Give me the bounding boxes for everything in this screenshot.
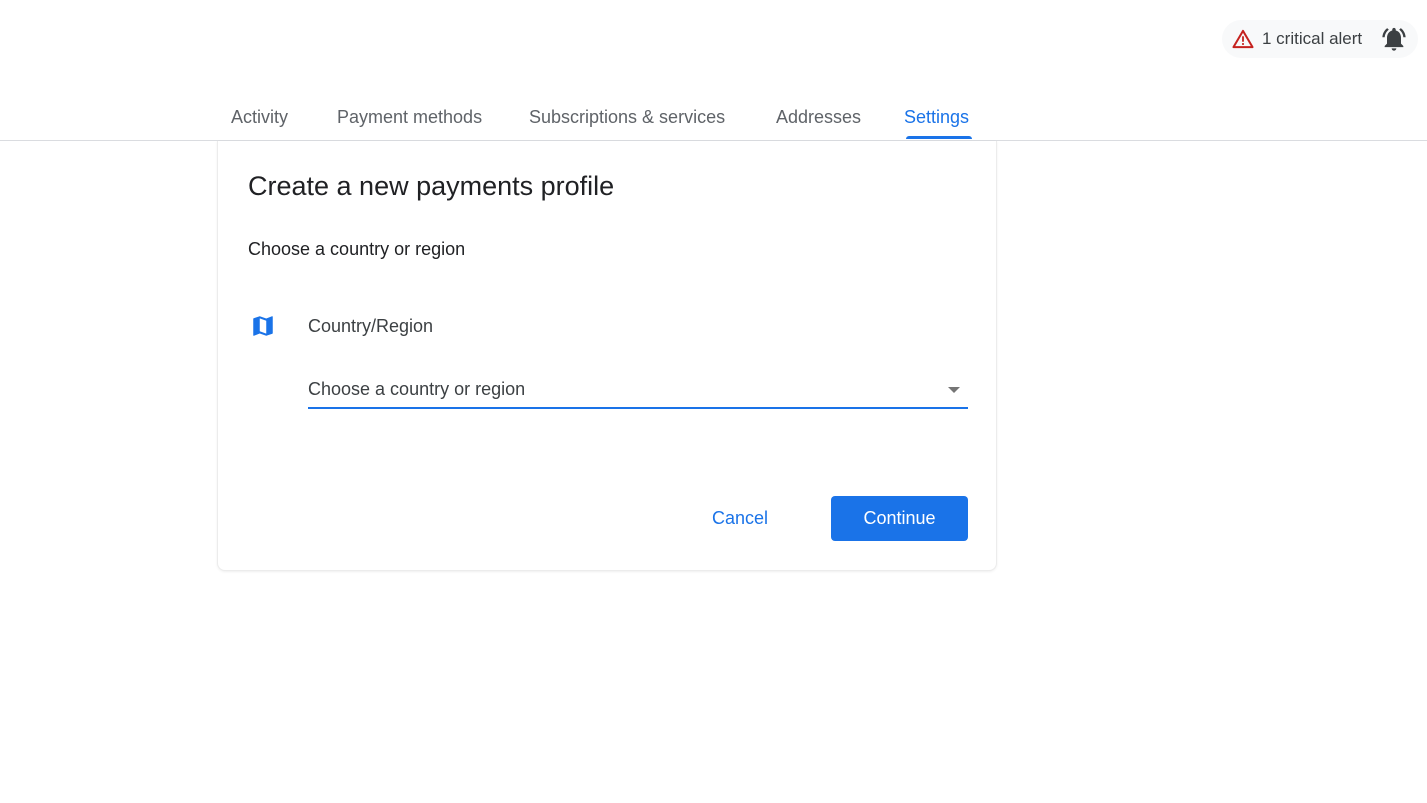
country-region-select-value: Choose a country or region [308,379,526,399]
navigation-tabs: Activity Payment methods Subscriptions &… [0,95,1427,141]
tab-activity[interactable]: Activity [231,107,288,128]
tab-addresses[interactable]: Addresses [776,107,861,128]
country-region-label: Country/Region [308,316,434,336]
notifications-active-icon[interactable] [1380,25,1408,53]
warning-triangle-icon [1232,29,1254,49]
critical-alert-text: 1 critical alert [1262,29,1363,48]
map-icon [253,316,273,336]
cancel-button[interactable]: Cancel [696,496,784,540]
dialog-subtitle: Choose a country or region [248,239,466,259]
tab-payment-methods[interactable]: Payment methods [337,107,482,128]
tab-subscriptions-services[interactable]: Subscriptions & services [529,107,725,128]
continue-button[interactable]: Continue [831,496,968,541]
create-payments-profile-dialog: Create a new payments profile Choose a c… [217,141,997,571]
dropdown-arrow-icon [948,387,960,393]
active-tab-indicator [906,136,972,139]
dialog-title: Create a new payments profile [248,171,615,201]
tab-settings[interactable]: Settings [904,107,969,128]
critical-alert-chip[interactable]: 1 critical alert [1222,20,1418,58]
country-region-select[interactable]: Choose a country or region [308,375,968,409]
